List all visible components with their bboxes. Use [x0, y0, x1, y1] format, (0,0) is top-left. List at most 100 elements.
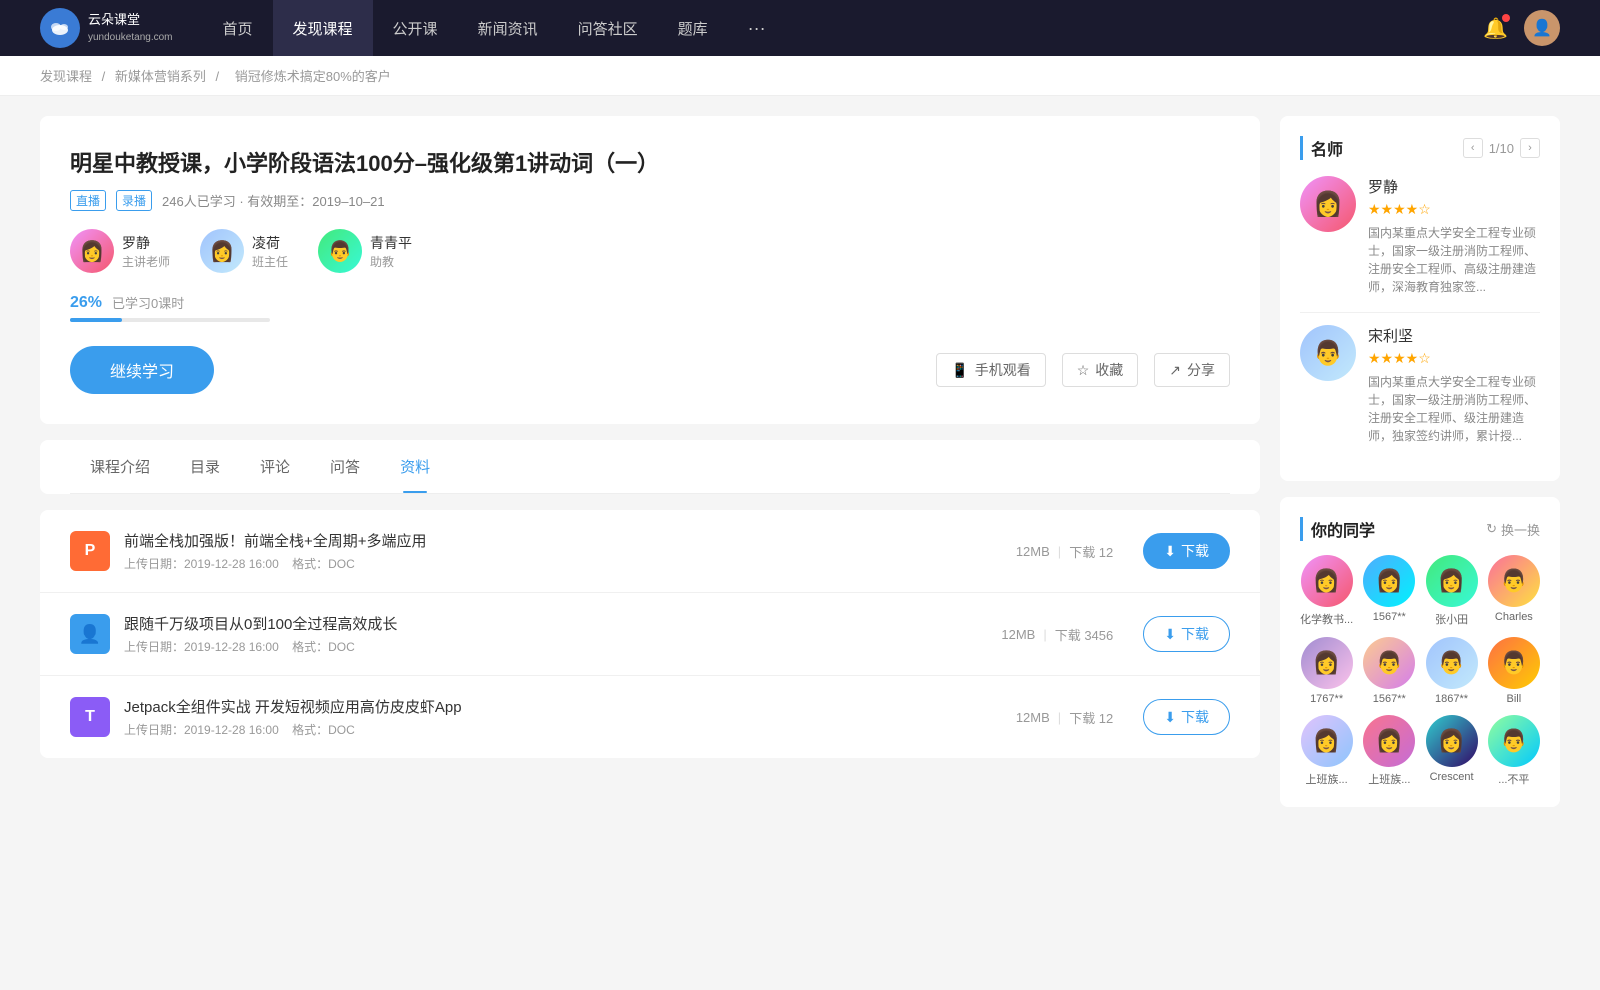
sidebar-teacher-1-stars: ★★★★☆	[1368, 201, 1540, 218]
teachers-next-btn[interactable]: ›	[1520, 138, 1540, 158]
tab-review[interactable]: 评论	[240, 440, 310, 493]
classmate-5-avatar[interactable]: 👩	[1301, 637, 1353, 689]
teacher-2: 👩 凌荷 班主任	[200, 229, 288, 273]
logo[interactable]: 云朵课堂yundouketang.com	[40, 8, 173, 48]
sidebar-teacher-2: 👨 宋利坚 ★★★★☆ 国内某重点大学安全工程专业硕士，国家一级注册消防工程师、…	[1300, 325, 1540, 445]
classmate-1-avatar[interactable]: 👩	[1301, 555, 1353, 607]
classmate-5-name: 1767**	[1310, 693, 1343, 705]
classmate-5: 👩 1767**	[1300, 637, 1353, 705]
logo-text: 云朵课堂yundouketang.com	[88, 12, 173, 44]
teacher-3-info: 青青平 助教	[370, 233, 412, 270]
resource-item-3: T Jetpack全组件实战 开发短视频应用高仿皮皮虾App 上传日期：2019…	[40, 676, 1260, 758]
user-avatar-nav[interactable]: 👤	[1524, 10, 1560, 46]
teacher-3-role: 助教	[370, 253, 412, 270]
nav-item-home[interactable]: 首页	[203, 0, 273, 56]
nav-item-discover[interactable]: 发现课程	[273, 0, 373, 56]
tab-intro[interactable]: 课程介绍	[70, 440, 170, 493]
download-btn-1[interactable]: ⬇ 下载	[1143, 533, 1230, 569]
progress-section: 26% 已学习0课时	[70, 293, 1230, 322]
classmate-7-avatar[interactable]: 👨	[1426, 637, 1478, 689]
classmate-9: 👩 上班族...	[1300, 715, 1353, 787]
classmate-8-name: Bill	[1507, 693, 1522, 705]
tag-record: 录播	[116, 190, 152, 211]
nav-right: 🔔 👤	[1483, 10, 1560, 46]
classmates-card: 你的同学 ↻ 换一换 👩 化学教书... 👩 1567** 👩 张小田	[1280, 497, 1560, 807]
nav-item-more[interactable]: ···	[728, 0, 786, 56]
course-header-card: 明星中教授课，小学阶段语法100分–强化级第1讲动词（一） 直播 录播 246人…	[40, 116, 1260, 424]
nav-item-open[interactable]: 公开课	[373, 0, 458, 56]
classmate-4-avatar[interactable]: 👨	[1488, 555, 1540, 607]
teachers-row: 👩 罗静 主讲老师 👩 凌荷 班主任 👨	[70, 229, 1230, 273]
classmate-9-name: 上班族...	[1306, 771, 1348, 787]
classmate-10: 👩 上班族...	[1363, 715, 1415, 787]
download-icon-2: ⬇	[1164, 626, 1176, 643]
teachers-sidebar-header: 名师 ‹ 1/10 ›	[1300, 136, 1540, 160]
resource-list: P 前端全栈加强版！前端全栈+全周期+多端应用 上传日期：2019-12-28 …	[40, 510, 1260, 758]
favorite-btn[interactable]: ☆ 收藏	[1062, 353, 1139, 387]
nav-item-news[interactable]: 新闻资讯	[458, 0, 558, 56]
classmate-6-avatar[interactable]: 👨	[1363, 637, 1415, 689]
classmate-8: 👨 Bill	[1488, 637, 1540, 705]
classmate-10-avatar[interactable]: 👩	[1363, 715, 1415, 767]
action-row: 继续学习 📱 手机观看 ☆ 收藏 ↗ 分享	[70, 346, 1230, 394]
teachers-pagination: ‹ 1/10 ›	[1463, 138, 1540, 158]
download-btn-3[interactable]: ⬇ 下载	[1143, 699, 1230, 735]
logo-icon	[40, 8, 80, 48]
classmate-3-avatar[interactable]: 👩	[1426, 555, 1478, 607]
breadcrumb-sep-2: /	[216, 69, 223, 84]
classmate-3-name: 张小田	[1435, 611, 1468, 627]
breadcrumb-current: 销冠修炼术搞定80%的客户	[235, 69, 391, 84]
download-btn-2[interactable]: ⬇ 下载	[1143, 616, 1230, 652]
teacher-3-name: 青青平	[370, 233, 412, 253]
classmate-12-avatar[interactable]: 👨	[1488, 715, 1540, 767]
refresh-btn[interactable]: ↻ 换一换	[1486, 520, 1540, 539]
teacher-1-name: 罗静	[122, 233, 170, 253]
classmate-8-avatar[interactable]: 👨	[1488, 637, 1540, 689]
classmate-11-name: Crescent	[1430, 771, 1474, 783]
sidebar-teacher-2-info: 宋利坚 ★★★★☆ 国内某重点大学安全工程专业硕士，国家一级注册消防工程师、注册…	[1368, 325, 1540, 445]
classmate-6-name: 1567**	[1373, 693, 1406, 705]
left-content: 明星中教授课，小学阶段语法100分–强化级第1讲动词（一） 直播 录播 246人…	[40, 116, 1260, 823]
progress-bar-fill	[70, 318, 122, 322]
nav-items: 首页 发现课程 公开课 新闻资讯 问答社区 题库 ···	[203, 0, 1484, 56]
resource-size-1: 12MB	[1016, 544, 1050, 559]
classmate-4-name: Charles	[1495, 611, 1533, 623]
nav-item-qa[interactable]: 问答社区	[558, 0, 658, 56]
teachers-prev-btn[interactable]: ‹	[1463, 138, 1483, 158]
classmate-11-avatar[interactable]: 👩	[1426, 715, 1478, 767]
teacher-1-role: 主讲老师	[122, 253, 170, 270]
tabs-card: 课程介绍 目录 评论 问答 资料	[40, 440, 1260, 494]
mobile-watch-btn[interactable]: 📱 手机观看	[936, 353, 1045, 387]
breadcrumb-series[interactable]: 新媒体营销系列	[115, 69, 206, 84]
download-icon-1: ⬇	[1164, 543, 1176, 560]
tabs: 课程介绍 目录 评论 问答 资料	[70, 440, 1230, 494]
breadcrumb-home[interactable]: 发现课程	[40, 69, 92, 84]
tab-material[interactable]: 资料	[380, 440, 450, 493]
tab-qa[interactable]: 问答	[310, 440, 380, 493]
share-btn[interactable]: ↗ 分享	[1154, 353, 1230, 387]
tab-catalog[interactable]: 目录	[170, 440, 240, 493]
resource-info-2: 跟随千万级项目从0到100全过程高效成长 上传日期：2019-12-28 16:…	[124, 613, 971, 655]
classmates-header: 你的同学 ↻ 换一换	[1300, 517, 1540, 541]
progress-pct: 26%	[70, 294, 102, 312]
teacher-2-info: 凌荷 班主任	[252, 233, 288, 270]
sidebar-teacher-2-desc: 国内某重点大学安全工程专业硕士，国家一级注册消防工程师、注册安全工程师、级注册建…	[1368, 373, 1540, 445]
sidebar-teacher-2-stars: ★★★★☆	[1368, 350, 1540, 367]
classmates-title: 你的同学	[1300, 517, 1375, 541]
classmate-2-avatar[interactable]: 👩	[1363, 555, 1415, 607]
resource-downloads-1: 下载 12	[1069, 542, 1113, 561]
tag-live: 直播	[70, 190, 106, 211]
resource-downloads-3: 下载 12	[1069, 708, 1113, 727]
course-meta-text: 246人已学习 · 有效期至：2019–10–21	[162, 191, 385, 210]
breadcrumb: 发现课程 / 新媒体营销系列 / 销冠修炼术搞定80%的客户	[0, 56, 1600, 96]
classmate-12-name: ...不平	[1498, 771, 1529, 787]
classmate-2: 👩 1567**	[1363, 555, 1415, 627]
nav-item-quiz[interactable]: 题库	[658, 0, 728, 56]
teacher-1: 👩 罗静 主讲老师	[70, 229, 170, 273]
resource-icon-3: T	[70, 697, 110, 737]
sidebar-teacher-1: 👩 罗静 ★★★★☆ 国内某重点大学安全工程专业硕士，国家一级注册消防工程师、注…	[1300, 176, 1540, 296]
progress-time: 已学习0课时	[112, 293, 184, 312]
bell-icon[interactable]: 🔔	[1483, 16, 1508, 41]
continue-button[interactable]: 继续学习	[70, 346, 214, 394]
classmate-9-avatar[interactable]: 👩	[1301, 715, 1353, 767]
